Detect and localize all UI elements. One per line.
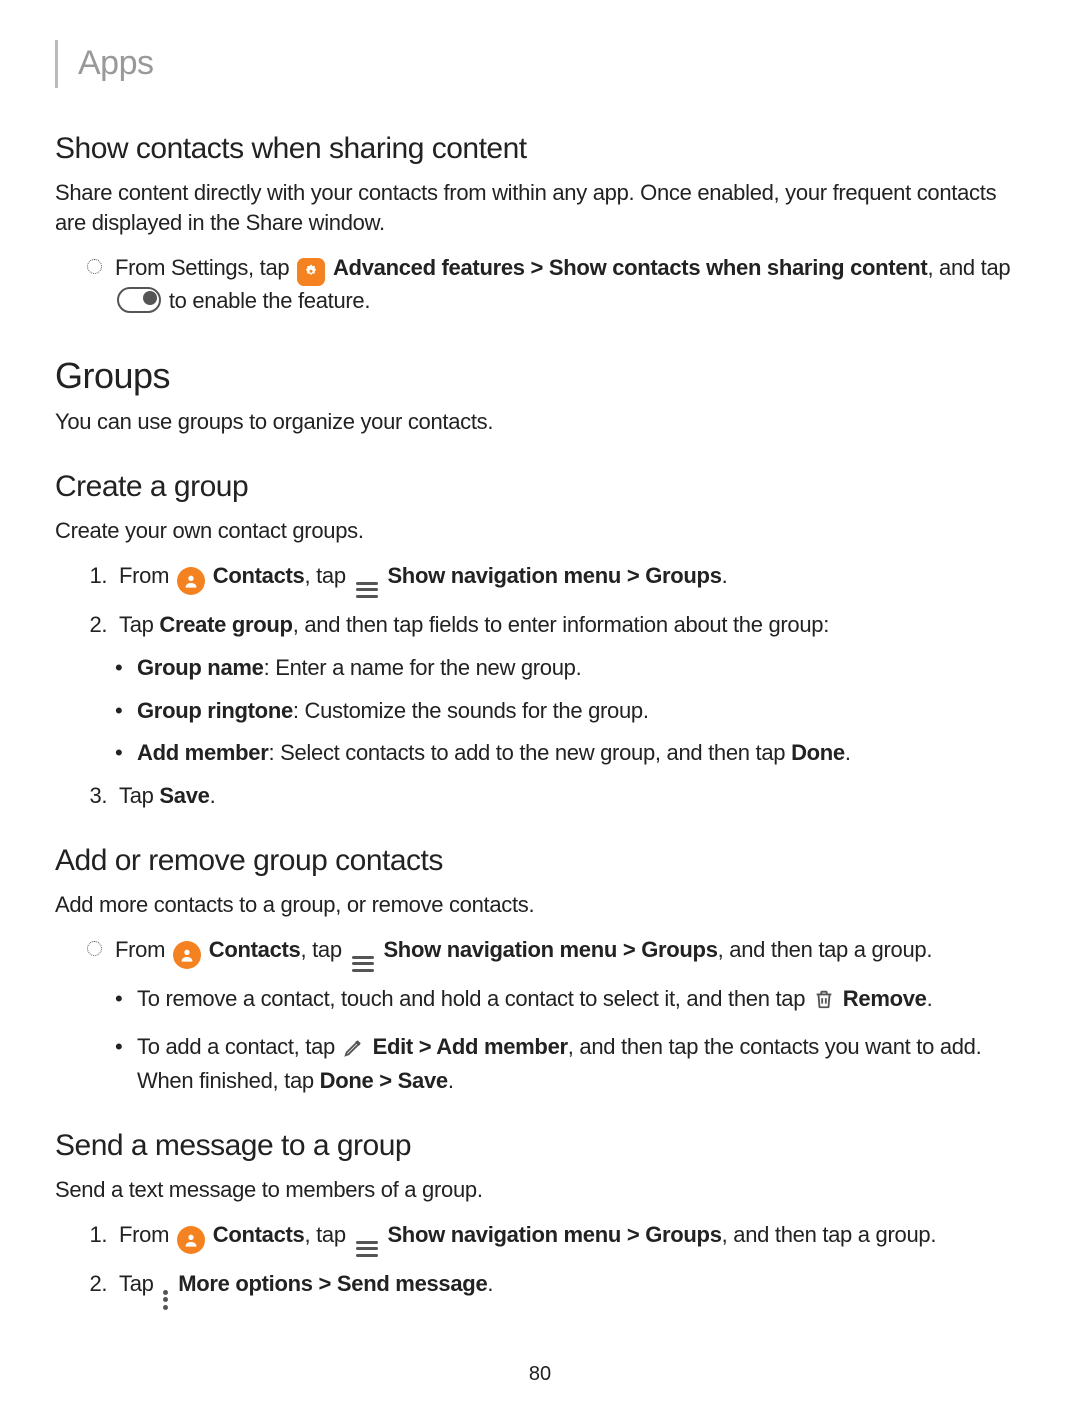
toggle-icon: [117, 287, 161, 313]
heading-add-remove: Add or remove group contacts: [55, 840, 1025, 882]
paragraph: Send a text message to members of a grou…: [55, 1175, 1025, 1206]
heading-create-group: Create a group: [55, 466, 1025, 508]
paragraph: Create your own contact groups.: [55, 516, 1025, 547]
settings-advanced-icon: [297, 258, 325, 286]
list-item: Group ringtone: Customize the sounds for…: [137, 696, 1025, 727]
list-item: To remove a contact, touch and hold a co…: [137, 984, 1025, 1020]
list-item: Tap More options > Send message.: [113, 1269, 1025, 1310]
list-item: From Contacts, tap Show navigation menu …: [113, 561, 1025, 598]
page-section-title: Apps: [55, 40, 1025, 88]
edit-pencil-icon: [343, 1036, 365, 1067]
heading-groups: Groups: [55, 351, 1025, 401]
list-item: From Contacts, tap Show navigation menu …: [115, 935, 1025, 972]
list-item: Tap Create group, and then tap fields to…: [113, 610, 1025, 641]
heading-show-contacts: Show contacts when sharing content: [55, 128, 1025, 170]
paragraph: You can use groups to organize your cont…: [55, 407, 1025, 438]
contacts-icon: [177, 1226, 205, 1254]
more-options-icon: [163, 1290, 168, 1310]
list-item: From Settings, tap Advanced features > S…: [115, 253, 1025, 317]
paragraph: Share content directly with your contact…: [55, 178, 1025, 240]
list-item: Tap Save.: [113, 781, 1025, 812]
page-number: 80: [55, 1360, 1025, 1388]
trash-icon: [813, 987, 835, 1020]
contacts-icon: [173, 941, 201, 969]
contacts-icon: [177, 567, 205, 595]
paragraph: Add more contacts to a group, or remove …: [55, 890, 1025, 921]
list-item: From Contacts, tap Show navigation menu …: [113, 1220, 1025, 1257]
hamburger-menu-icon: [352, 956, 374, 972]
heading-send-message: Send a message to a group: [55, 1125, 1025, 1167]
hamburger-menu-icon: [356, 582, 378, 598]
list-item: To add a contact, tap Edit > Add member,…: [137, 1032, 1025, 1098]
list-item: Group name: Enter a name for the new gro…: [137, 653, 1025, 684]
list-item: Add member: Select contacts to add to th…: [137, 738, 1025, 769]
hamburger-menu-icon: [356, 1241, 378, 1257]
